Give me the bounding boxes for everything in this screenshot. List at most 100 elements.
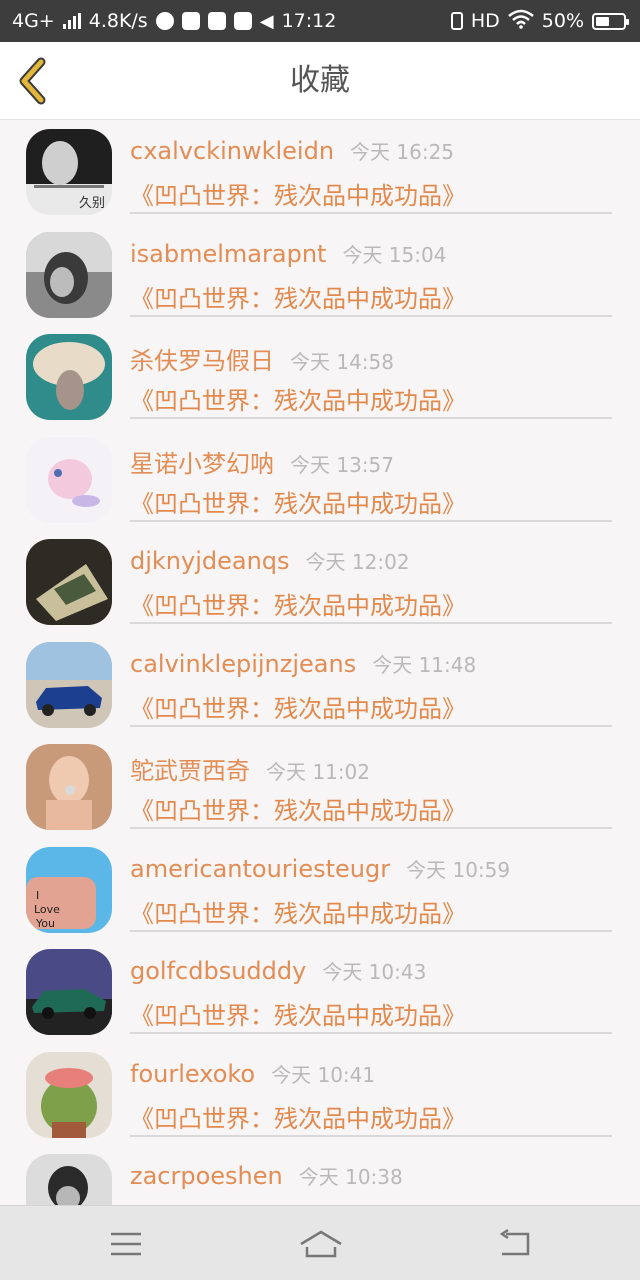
work-title[interactable]: 《凹凸世界：残次品中成功品》 bbox=[130, 894, 466, 929]
timestamp: 今天 12:02 bbox=[305, 550, 410, 574]
favorites-list: 久别 cxalvckinwkleidn 今天 16:25 《凹凸世界：残次品中成功品》… bbox=[0, 120, 640, 1205]
network-speed: 4.8K/s bbox=[88, 10, 148, 32]
home-button[interactable] bbox=[298, 1224, 344, 1264]
svg-text:I: I bbox=[36, 889, 39, 902]
user-name-line: fourlexoko 今天 10:41 bbox=[130, 1059, 375, 1088]
favorite-item[interactable]: golfcdbsudddy 今天 10:43 《凹凸世界：残次品中成功品》 bbox=[0, 940, 640, 1043]
play-notification-icon bbox=[181, 12, 200, 30]
avatar[interactable] bbox=[26, 1051, 112, 1138]
divider bbox=[130, 212, 612, 214]
avatar[interactable] bbox=[26, 641, 112, 728]
favorite-item[interactable]: I Love You americantouriesteugr 今天 10:59 《凹凸世… bbox=[0, 838, 640, 941]
user-name-line: 杀伕罗马假日 今天 14:58 bbox=[130, 341, 394, 376]
signal-icon bbox=[62, 13, 81, 29]
timestamp: 今天 13:57 bbox=[290, 452, 394, 477]
timestamp: 今天 11:02 bbox=[266, 760, 370, 784]
page-title: 收藏 bbox=[290, 63, 350, 98]
timestamp: 今天 11:48 bbox=[372, 652, 477, 677]
avatar-caption: 久别 bbox=[79, 196, 105, 211]
user-name[interactable]: 杀伕罗马假日 bbox=[130, 347, 274, 375]
work-title[interactable]: 《凹凸世界：残次品中成功品》 bbox=[130, 176, 466, 211]
divider bbox=[130, 519, 612, 522]
clock: 17:12 bbox=[281, 10, 337, 32]
work-title[interactable]: 《凹凸世界：残次品中成功品》 bbox=[130, 1099, 466, 1134]
wifi-icon bbox=[507, 9, 534, 34]
avatar[interactable] bbox=[26, 231, 112, 318]
timestamp: 今天 10:38 bbox=[298, 1165, 403, 1189]
user-name[interactable]: calvinklepijnzjeans bbox=[130, 650, 356, 678]
favorite-item[interactable]: zacrpoeshen今天 10:38《凹凸世界：残次品中成功品》 bbox=[0, 1145, 640, 1205]
work-title[interactable]: 《凹凸世界：残次品中成功品》 bbox=[130, 484, 466, 519]
user-name[interactable]: cxalvckinwkleidn bbox=[130, 137, 334, 165]
timestamp: 今天 10:43 bbox=[322, 960, 427, 984]
user-name-line: djknyjdeanqs 今天 12:02 bbox=[130, 546, 410, 575]
avatar[interactable] bbox=[26, 539, 112, 625]
user-name-line: 鸵武贾西奇 今天 11:02 bbox=[130, 751, 370, 786]
user-name[interactable]: zacrpoeshen bbox=[130, 1162, 283, 1190]
divider bbox=[130, 1134, 612, 1137]
user-name[interactable]: 星诺小梦幻呐 bbox=[130, 450, 274, 478]
user-name-line: americantouriesteugr 今天 10:59 bbox=[130, 854, 510, 883]
network-type: 4G+ bbox=[12, 10, 55, 32]
favorite-item[interactable]: 星诺小梦幻呐 今天 13:57 《凹凸世界：残次品中成功品》 bbox=[0, 428, 640, 531]
avatar-image bbox=[26, 949, 112, 1035]
hd-label: HD bbox=[470, 10, 500, 32]
avatar[interactable]: I Love You bbox=[26, 846, 112, 933]
divider bbox=[130, 314, 612, 317]
work-title[interactable]: 《凹凸世界：残次品中成功品》 bbox=[130, 996, 466, 1031]
user-name[interactable]: golfcdbsudddy bbox=[130, 957, 306, 985]
timestamp: 今天 10:59 bbox=[406, 857, 511, 882]
image-notification-icon bbox=[233, 12, 252, 30]
back-icon bbox=[499, 1228, 530, 1256]
user-name-line: golfcdbsudddy 今天 10:43 bbox=[130, 956, 426, 985]
avatar-image bbox=[26, 539, 112, 625]
back-nav-button[interactable] bbox=[496, 1224, 536, 1264]
user-name[interactable]: 鸵武贾西奇 bbox=[130, 757, 250, 785]
app-notification-icon bbox=[155, 12, 174, 30]
avatar-image bbox=[26, 436, 112, 523]
divider bbox=[130, 1032, 612, 1034]
avatar[interactable] bbox=[26, 1154, 112, 1205]
avatar-image bbox=[26, 334, 112, 420]
user-name[interactable]: fourlexoko bbox=[130, 1060, 255, 1088]
user-name[interactable]: americantouriesteugr bbox=[130, 855, 390, 883]
home-icon bbox=[300, 1230, 342, 1258]
divider bbox=[130, 622, 612, 624]
status-right: HD 50% bbox=[450, 0, 629, 42]
avatar-image bbox=[26, 1051, 112, 1138]
work-title[interactable]: 《凹凸世界：残次品中成功品》 bbox=[130, 586, 466, 621]
divider bbox=[130, 417, 612, 419]
user-name-line: calvinklepijnzjeans 今天 11:48 bbox=[130, 649, 476, 678]
favorite-item[interactable]: calvinklepijnzjeans 今天 11:48 《凹凸世界：残次品中成功品… bbox=[0, 633, 640, 736]
status-bar: 4G+ 4.8K/s ◀ 17:12 HD 50% bbox=[0, 0, 640, 42]
vibrate-icon bbox=[450, 12, 463, 30]
user-name[interactable]: djknyjdeanqs bbox=[130, 547, 290, 575]
avatar-image: 久别 bbox=[26, 129, 112, 215]
avatar[interactable] bbox=[26, 436, 112, 523]
svg-text:Love: Love bbox=[34, 903, 60, 916]
user-name[interactable]: isabmelmarapnt bbox=[130, 240, 326, 268]
favorite-item[interactable]: 鸵武贾西奇 今天 11:02 《凹凸世界：残次品中成功品》 bbox=[0, 735, 640, 838]
favorite-item[interactable]: isabmelmarapnt 今天 15:04 《凹凸世界：残次品中成功品》 bbox=[0, 223, 640, 326]
avatar[interactable]: 久别 bbox=[26, 129, 112, 215]
menu-button[interactable] bbox=[106, 1224, 146, 1264]
avatar-image bbox=[26, 744, 112, 830]
mail-notification-icon bbox=[207, 12, 226, 30]
work-title[interactable]: 《凹凸世界：残次品中成功品》 bbox=[130, 689, 466, 724]
avatar[interactable] bbox=[26, 334, 112, 420]
favorite-item[interactable]: fourlexoko 今天 10:41 《凹凸世界：残次品中成功品》 bbox=[0, 1043, 640, 1146]
work-title[interactable]: 《凹凸世界：残次品中成功品》 bbox=[130, 279, 466, 314]
avatar[interactable] bbox=[26, 949, 112, 1035]
avatar-image: ILoveYou bbox=[26, 846, 112, 933]
work-title[interactable]: 《凹凸世界：残次品中成功品》 bbox=[130, 791, 466, 826]
avatar[interactable] bbox=[26, 744, 112, 830]
user-name-line: zacrpoeshen 今天 10:38 bbox=[130, 1161, 403, 1190]
favorite-item[interactable]: 久别 cxalvckinwkleidn 今天 16:25 《凹凸世界：残次品中成功品》 bbox=[0, 120, 640, 223]
status-left: 4G+ 4.8K/s ◀ 17:12 bbox=[12, 0, 336, 42]
mute-icon: ◀ bbox=[259, 10, 274, 32]
timestamp: 今天 15:04 bbox=[342, 242, 447, 267]
favorite-item[interactable]: djknyjdeanqs 今天 12:02 《凹凸世界：残次品中成功品》 bbox=[0, 530, 640, 633]
favorite-item[interactable]: 杀伕罗马假日 今天 14:58 《凹凸世界：残次品中成功品》 bbox=[0, 325, 640, 428]
user-name-line: cxalvckinwkleidn 今天 16:25 bbox=[130, 136, 454, 165]
work-title[interactable]: 《凹凸世界：残次品中成功品》 bbox=[130, 381, 466, 416]
